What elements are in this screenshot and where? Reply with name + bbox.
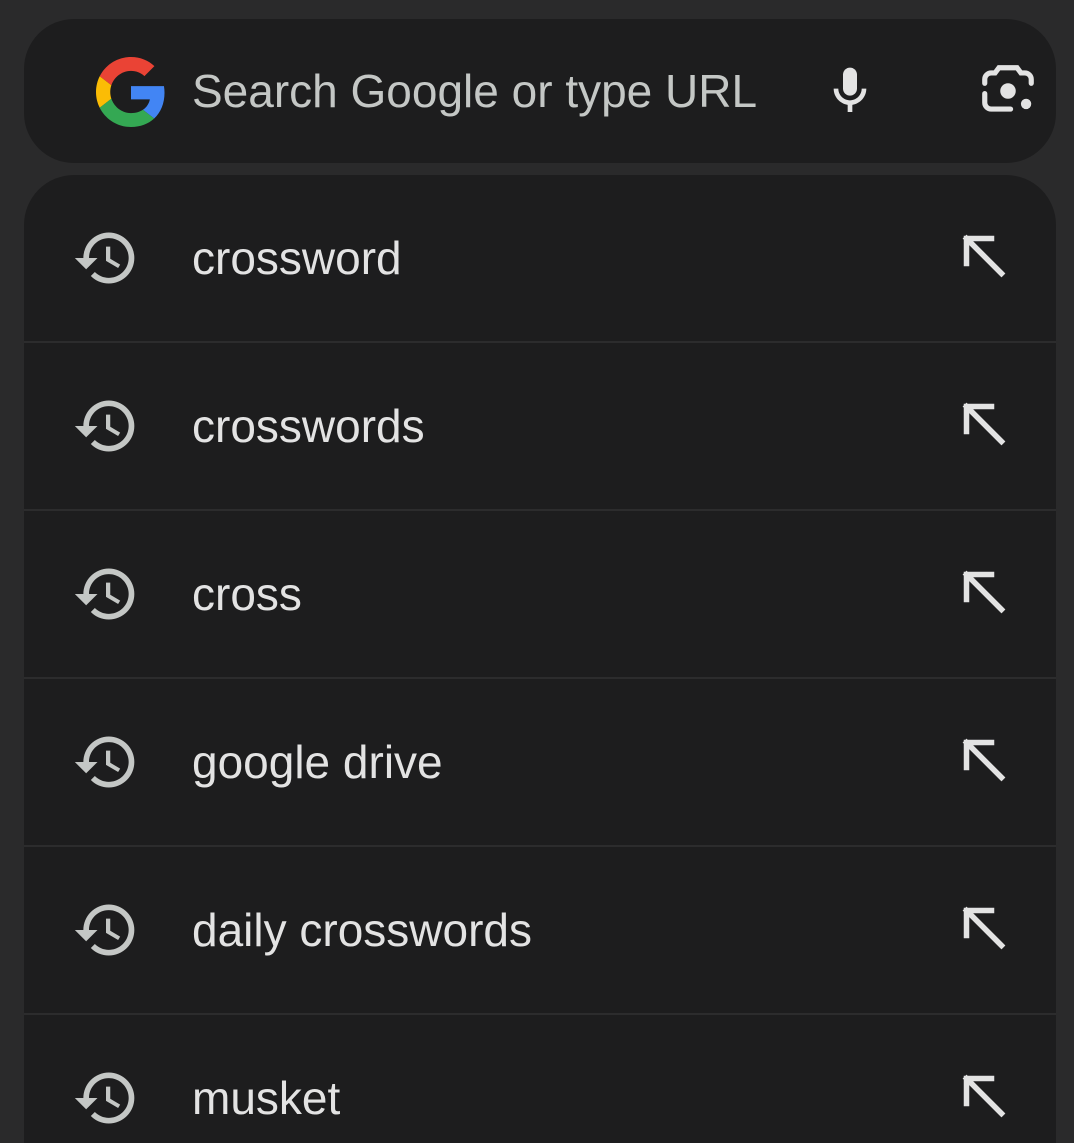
history-icon: [72, 896, 140, 964]
suggestion-item[interactable]: daily crosswords: [24, 847, 1056, 1015]
arrow-up-left-icon: [954, 730, 1014, 795]
refine-query-button[interactable]: [946, 388, 1022, 464]
history-icon: [72, 560, 140, 628]
suggestion-list: crossword crosswords cross google drive dail…: [24, 175, 1056, 1143]
search-bar[interactable]: [24, 19, 1056, 163]
refine-query-button[interactable]: [946, 556, 1022, 632]
google-g-logo-icon: [96, 57, 165, 127]
suggestion-item[interactable]: google drive: [24, 679, 1056, 847]
suggestion-item[interactable]: cross: [24, 511, 1056, 679]
mic-icon: [833, 67, 867, 112]
suggestion-label: google drive: [192, 736, 443, 788]
refine-query-button[interactable]: [946, 724, 1022, 800]
suggestion-label: crossword: [192, 232, 402, 284]
arrow-up-left-icon: [954, 1066, 1014, 1131]
arrow-up-left-icon: [954, 394, 1014, 459]
history-icon: [72, 392, 140, 460]
suggestion-label: musket: [192, 1072, 341, 1124]
refine-query-button[interactable]: [946, 892, 1022, 968]
arrow-up-left-icon: [954, 562, 1014, 627]
refine-query-button[interactable]: [946, 220, 1022, 296]
arrow-up-left-icon: [954, 226, 1014, 291]
suggestion-item[interactable]: musket: [24, 1015, 1056, 1143]
page: crossword crosswords cross google drive dail…: [0, 0, 1074, 1143]
camera-lens-icon: [982, 65, 1034, 112]
suggestion-label: cross: [192, 568, 302, 620]
search-input[interactable]: [192, 55, 792, 127]
history-icon: [72, 224, 140, 292]
suggestion-label: daily crosswords: [192, 904, 532, 956]
voice-search-button[interactable]: [814, 55, 886, 127]
history-icon: [72, 1064, 140, 1132]
arrow-up-left-icon: [954, 898, 1014, 963]
history-icon: [72, 728, 140, 796]
refine-query-button[interactable]: [946, 1060, 1022, 1136]
suggestion-item[interactable]: crossword: [24, 175, 1056, 343]
suggestion-item[interactable]: crosswords: [24, 343, 1056, 511]
lens-search-button[interactable]: [972, 55, 1044, 127]
suggestion-label: crosswords: [192, 400, 425, 452]
